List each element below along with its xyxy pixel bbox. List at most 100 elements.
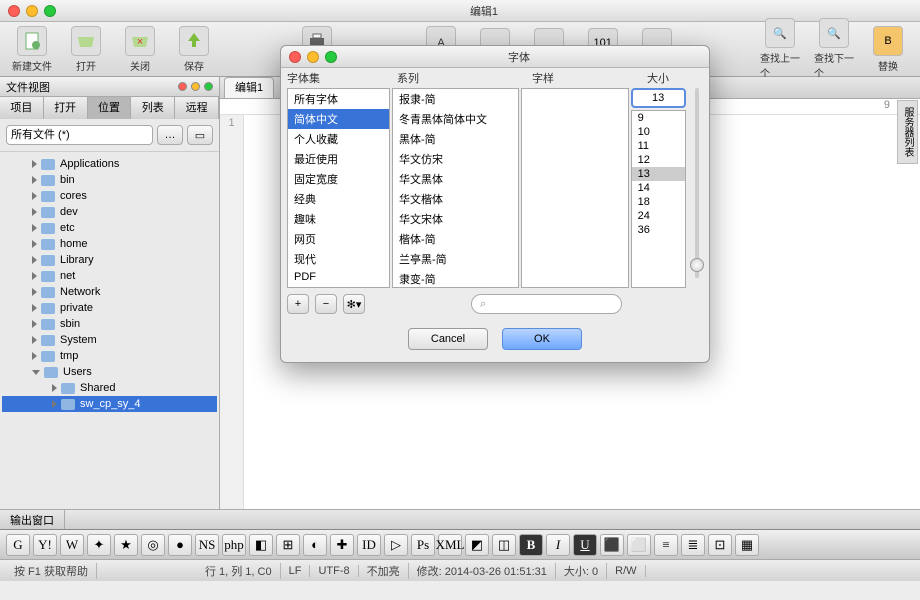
tree-item[interactable]: Applications xyxy=(2,156,217,172)
disclosure-arrow-icon[interactable] xyxy=(32,192,37,200)
bottom-button-21[interactable]: U xyxy=(573,534,597,556)
add-collection-button[interactable]: + xyxy=(287,294,309,314)
tree-item[interactable]: private xyxy=(2,300,217,316)
sidebar-tab-0[interactable]: 项目 xyxy=(0,97,44,119)
size-item[interactable]: 11 xyxy=(632,139,685,153)
remove-collection-button[interactable]: − xyxy=(315,294,337,314)
tree-item[interactable]: sbin xyxy=(2,316,217,332)
collection-item[interactable]: 趣味 xyxy=(288,209,389,229)
family-list[interactable]: 报隶-简冬青黑体简体中文黑体-简华文仿宋华文黑体华文楷体华文宋体楷体-简兰亭黑-… xyxy=(392,88,519,288)
disclosure-arrow-icon[interactable] xyxy=(32,370,40,375)
sidebar-tab-2[interactable]: 位置 xyxy=(88,97,132,119)
tree-item[interactable]: Shared xyxy=(2,380,217,396)
sidebar-zoom-button[interactable] xyxy=(204,82,213,91)
size-item[interactable]: 12 xyxy=(632,153,685,167)
disclosure-arrow-icon[interactable] xyxy=(32,304,37,312)
bottom-button-1[interactable]: Y! xyxy=(33,534,57,556)
status-encoding[interactable]: UTF-8 xyxy=(310,565,358,577)
bottom-button-16[interactable]: XML xyxy=(438,534,462,556)
collection-item[interactable]: 经典 xyxy=(288,189,389,209)
disclosure-arrow-icon[interactable] xyxy=(32,272,37,280)
size-item[interactable]: 18 xyxy=(632,195,685,209)
collection-item[interactable]: 现代 xyxy=(288,249,389,269)
collection-list[interactable]: 所有字体简体中文个人收藏最近使用固定宽度经典趣味网页现代PDF xyxy=(287,88,390,288)
disclosure-arrow-icon[interactable] xyxy=(32,208,37,216)
status-highlight[interactable]: 不加亮 xyxy=(359,563,409,579)
size-item[interactable]: 10 xyxy=(632,125,685,139)
sidebar-tab-4[interactable]: 远程 xyxy=(175,97,219,119)
bottom-button-5[interactable]: ◎ xyxy=(141,534,165,556)
disclosure-arrow-icon[interactable] xyxy=(32,160,37,168)
save-button[interactable]: 保存 xyxy=(174,26,214,73)
file-tree[interactable]: ApplicationsbincoresdevetchomeLibrarynet… xyxy=(0,152,219,509)
tree-item[interactable]: Network xyxy=(2,284,217,300)
font-dialog-min-button[interactable] xyxy=(307,51,319,63)
size-item[interactable]: 36 xyxy=(632,223,685,237)
family-item[interactable]: 冬青黑体简体中文 xyxy=(393,109,518,129)
family-item[interactable]: 报隶-简 xyxy=(393,89,518,109)
new-file-button[interactable]: 新建文件 xyxy=(12,26,52,73)
close-window-button[interactable] xyxy=(8,5,20,17)
tree-item[interactable]: tmp xyxy=(2,348,217,364)
tree-item[interactable]: bin xyxy=(2,172,217,188)
filter-options-button[interactable]: … xyxy=(157,125,183,145)
size-item[interactable]: 14 xyxy=(632,181,685,195)
disclosure-arrow-icon[interactable] xyxy=(32,320,37,328)
tree-item[interactable]: Users xyxy=(2,364,217,380)
disclosure-arrow-icon[interactable] xyxy=(32,240,37,248)
disclosure-arrow-icon[interactable] xyxy=(32,176,37,184)
bottom-button-19[interactable]: B xyxy=(519,534,543,556)
disclosure-arrow-icon[interactable] xyxy=(32,288,37,296)
sidebar-min-button[interactable] xyxy=(191,82,200,91)
family-item[interactable]: 隶变-简 xyxy=(393,269,518,288)
bottom-button-18[interactable]: ◫ xyxy=(492,534,516,556)
find-next-button[interactable]: 🔍 查找下一个 xyxy=(814,18,854,80)
typeface-list[interactable] xyxy=(521,88,629,288)
tree-item[interactable]: net xyxy=(2,268,217,284)
bottom-button-0[interactable]: G xyxy=(6,534,30,556)
cancel-button[interactable]: Cancel xyxy=(408,328,488,350)
tree-item[interactable]: System xyxy=(2,332,217,348)
family-item[interactable]: 黑体-简 xyxy=(393,129,518,149)
font-search-field[interactable]: ⌕ xyxy=(471,294,622,314)
sidebar-tab-1[interactable]: 打开 xyxy=(44,97,88,119)
collection-item[interactable]: 固定宽度 xyxy=(288,169,389,189)
size-item[interactable]: 9 xyxy=(632,111,685,125)
disclosure-arrow-icon[interactable] xyxy=(32,336,37,344)
tree-item[interactable]: cores xyxy=(2,188,217,204)
status-rw[interactable]: R/W xyxy=(607,565,645,577)
find-prev-button[interactable]: 🔍 查找上一个 xyxy=(760,18,800,80)
size-item[interactable]: 13 xyxy=(632,167,685,181)
collection-actions-button[interactable]: ✻▾ xyxy=(343,294,365,314)
tree-item[interactable]: dev xyxy=(2,204,217,220)
bottom-button-14[interactable]: ▷ xyxy=(384,534,408,556)
bottom-button-4[interactable]: ★ xyxy=(114,534,138,556)
tree-item[interactable]: home xyxy=(2,236,217,252)
bottom-button-3[interactable]: ✦ xyxy=(87,534,111,556)
file-filter-select[interactable]: 所有文件 (*) xyxy=(6,125,153,145)
bottom-button-15[interactable]: Ps xyxy=(411,534,435,556)
minimize-window-button[interactable] xyxy=(26,5,38,17)
bottom-button-7[interactable]: NS xyxy=(195,534,219,556)
size-input[interactable] xyxy=(631,88,686,108)
bottom-button-9[interactable]: ◧ xyxy=(249,534,273,556)
tree-item[interactable]: etc xyxy=(2,220,217,236)
tree-item[interactable]: sw_cp_sy_4 xyxy=(2,396,217,412)
collection-item[interactable]: 最近使用 xyxy=(288,149,389,169)
bottom-button-6[interactable]: ● xyxy=(168,534,192,556)
font-search-input[interactable] xyxy=(490,298,613,310)
disclosure-arrow-icon[interactable] xyxy=(32,224,37,232)
replace-button[interactable]: B 替换 xyxy=(868,26,908,73)
bottom-button-2[interactable]: W xyxy=(60,534,84,556)
disclosure-arrow-icon[interactable] xyxy=(32,256,37,264)
disclosure-arrow-icon[interactable] xyxy=(52,400,57,408)
open-button[interactable]: 打开 xyxy=(66,26,106,73)
disclosure-arrow-icon[interactable] xyxy=(32,352,37,360)
sidebar-close-button[interactable] xyxy=(178,82,187,91)
bottom-button-8[interactable]: php xyxy=(222,534,246,556)
sidebar-tab-3[interactable]: 列表 xyxy=(131,97,175,119)
collection-item[interactable]: 所有字体 xyxy=(288,89,389,109)
font-dialog-close-button[interactable] xyxy=(289,51,301,63)
bottom-button-10[interactable]: ⊞ xyxy=(276,534,300,556)
close-button[interactable]: × 关闭 xyxy=(120,26,160,73)
